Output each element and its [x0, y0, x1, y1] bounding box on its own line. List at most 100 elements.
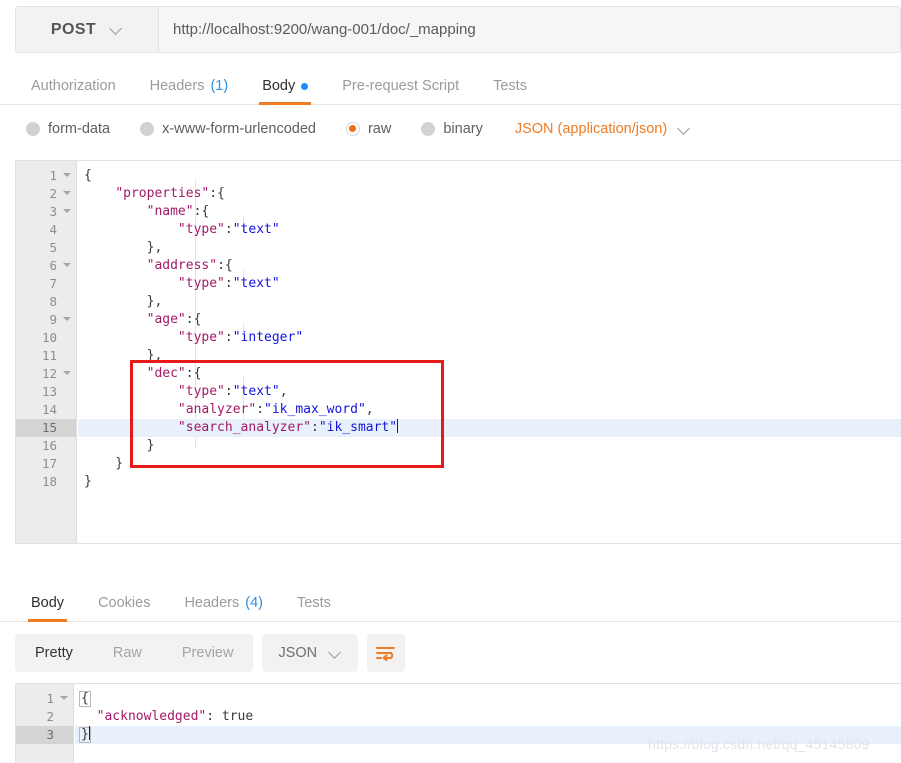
response-view-pretty[interactable]: Pretty	[15, 634, 93, 672]
request-line-number: 8	[16, 293, 76, 311]
response-view-mode-group: PrettyRawPreview	[15, 634, 253, 672]
fold-arrow-icon[interactable]	[63, 209, 71, 213]
text-cursor	[89, 726, 90, 740]
json-string-value: "text"	[233, 384, 280, 399]
radio-button-icon[interactable]	[140, 122, 154, 136]
response-code-line: {	[75, 690, 901, 708]
json-punctuation	[84, 186, 115, 201]
json-punctuation: },	[84, 294, 162, 309]
json-punctuation: :	[225, 330, 233, 345]
request-code-line: "analyzer":"ik_max_word",	[78, 401, 901, 419]
tab-label: Pre-request Script	[342, 78, 459, 94]
tab-label: Body	[262, 78, 295, 94]
body-type-option-form-data[interactable]: form-data	[26, 121, 110, 137]
request-code-line: },	[78, 239, 901, 257]
chevron-down-icon	[678, 123, 691, 136]
tab-label: Body	[31, 595, 64, 611]
tab-label: Tests	[297, 595, 331, 611]
radio-button-icon[interactable]	[346, 122, 360, 136]
response-tab-tests[interactable]: Tests	[280, 595, 348, 621]
response-line-number: 2	[16, 708, 73, 726]
fold-arrow-icon[interactable]	[63, 191, 71, 195]
fold-arrow-icon[interactable]	[60, 696, 68, 700]
http-method-selector[interactable]: POST	[16, 7, 159, 52]
word-wrap-icon[interactable]	[367, 634, 405, 672]
json-string-value: "text"	[233, 276, 280, 291]
request-tab-headers[interactable]: Headers(1)	[133, 78, 246, 104]
request-code-line: "address":{	[78, 257, 901, 275]
response-tab-body[interactable]: Body	[14, 595, 81, 621]
json-key: "type"	[178, 222, 225, 237]
request-code-line: "search_analyzer":"ik_smart"	[78, 419, 901, 437]
json-punctuation: :{	[194, 204, 210, 219]
url-input[interactable]: http://localhost:9200/wang-001/doc/_mapp…	[159, 7, 900, 52]
content-type-selector[interactable]: JSON (application/json)	[515, 121, 691, 137]
tab-count-badge: (1)	[210, 78, 228, 94]
json-punctuation: :{	[209, 186, 225, 201]
json-key: "dec"	[147, 366, 186, 381]
radio-button-icon[interactable]	[421, 122, 435, 136]
response-toolbar: PrettyRawPreview JSON	[15, 632, 901, 674]
request-editor-code[interactable]: { "properties":{ "name":{ "type":"text" …	[78, 161, 901, 543]
json-punctuation: :	[225, 222, 233, 237]
json-punctuation: :{	[186, 366, 202, 381]
json-punctuation	[84, 402, 178, 417]
response-tab-cookies[interactable]: Cookies	[81, 595, 167, 621]
json-key: "type"	[178, 330, 225, 345]
fold-arrow-icon[interactable]	[63, 371, 71, 375]
text-cursor	[397, 419, 398, 433]
request-line-number: 4	[16, 221, 76, 239]
request-editor-gutter: 123456789101112131415161718	[16, 161, 77, 543]
tab-label: Authorization	[31, 78, 116, 94]
matched-bracket: {	[79, 691, 91, 707]
fold-arrow-icon[interactable]	[63, 263, 71, 267]
request-body-editor[interactable]: 123456789101112131415161718 { "propertie…	[15, 160, 901, 544]
tab-label: Cookies	[98, 595, 150, 611]
json-punctuation	[84, 420, 178, 435]
request-tab-authorization[interactable]: Authorization	[14, 78, 133, 104]
body-type-option-x-www-form-urlencoded[interactable]: x-www-form-urlencoded	[140, 121, 316, 137]
request-code-line: "type":"text",	[78, 383, 901, 401]
chevron-down-icon	[329, 647, 342, 660]
chevron-down-icon	[110, 23, 123, 36]
json-punctuation: :	[311, 420, 319, 435]
request-line-number: 5	[16, 239, 76, 257]
radio-button-icon[interactable]	[26, 122, 40, 136]
json-punctuation: : true	[206, 709, 253, 724]
json-key: "analyzer"	[178, 402, 256, 417]
json-punctuation: :	[225, 384, 233, 399]
request-tab-body[interactable]: Body	[245, 78, 325, 104]
json-punctuation: }	[84, 456, 123, 471]
body-type-option-binary[interactable]: binary	[421, 121, 483, 137]
json-key: "address"	[147, 258, 217, 273]
json-punctuation: }	[84, 438, 154, 453]
json-key: "acknowledged"	[97, 709, 207, 724]
request-line-number: 6	[16, 257, 76, 275]
postman-window: POST http://localhost:9200/wang-001/doc/…	[0, 0, 901, 763]
request-tab-pre-request-script[interactable]: Pre-request Script	[325, 78, 476, 104]
json-punctuation: :{	[217, 258, 233, 273]
body-modified-dot-icon	[301, 83, 308, 90]
response-view-preview[interactable]: Preview	[162, 634, 254, 672]
json-punctuation: ,	[280, 384, 288, 399]
request-code-line: "name":{	[78, 203, 901, 221]
json-punctuation: },	[84, 348, 162, 363]
request-line-number: 13	[16, 383, 76, 401]
json-punctuation: {	[84, 168, 92, 183]
response-format-selector[interactable]: JSON	[262, 634, 358, 672]
response-tab-headers[interactable]: Headers(4)	[167, 595, 280, 621]
request-code-line: "properties":{	[78, 185, 901, 203]
json-string-value: "ik_max_word"	[264, 402, 366, 417]
request-line-number: 12	[16, 365, 76, 383]
json-punctuation	[84, 204, 147, 219]
json-punctuation	[84, 312, 147, 327]
response-view-raw[interactable]: Raw	[93, 634, 162, 672]
request-tab-tests[interactable]: Tests	[476, 78, 544, 104]
body-type-option-raw[interactable]: raw	[346, 121, 391, 137]
fold-arrow-icon[interactable]	[63, 317, 71, 321]
tab-label: Headers	[184, 595, 239, 611]
fold-arrow-icon[interactable]	[63, 173, 71, 177]
body-type-label: x-www-form-urlencoded	[162, 121, 316, 137]
json-punctuation	[84, 222, 178, 237]
response-format-label: JSON	[278, 645, 317, 661]
